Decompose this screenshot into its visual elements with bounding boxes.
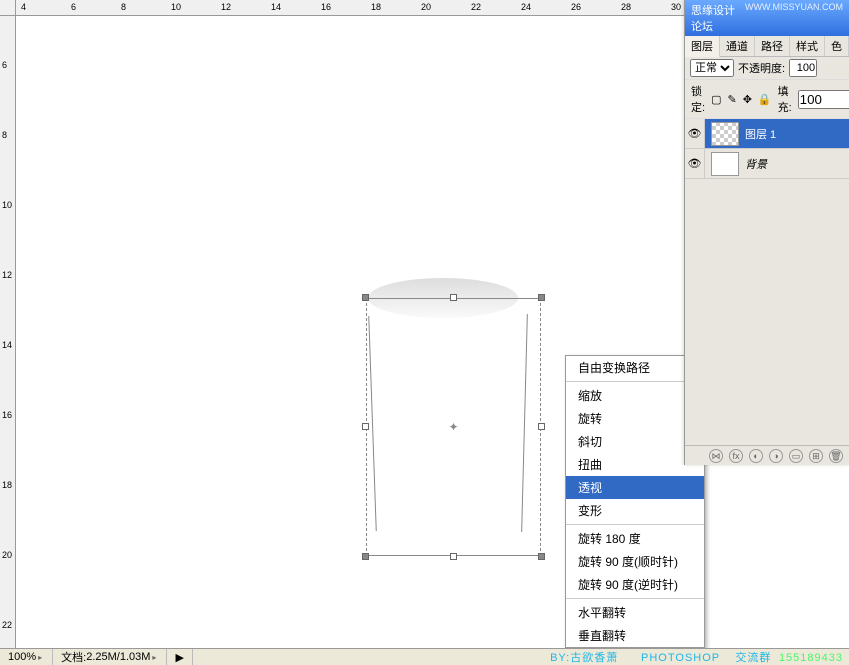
blend-opacity-row: 正常 不透明度: — [685, 57, 849, 80]
menu-rotate-90-cw[interactable]: 旋转 90 度(顺时针) — [566, 550, 704, 573]
link-layers-icon[interactable]: ⋈ — [709, 449, 723, 463]
lock-position-icon[interactable]: ✥ — [743, 93, 752, 106]
doc-size[interactable]: 文档:2.25M/1.03M ▸ — [53, 649, 167, 665]
layers-panel: 思缘设计论坛 WWW.MISSYUAN.COM 图层 通道 路径 样式 色 正常… — [684, 0, 849, 465]
lock-transparency-icon[interactable]: ▢ — [711, 93, 721, 106]
fill-label: 填充: — [778, 83, 792, 115]
tab-styles[interactable]: 样式 — [790, 36, 825, 56]
lock-fill-row: 锁定: ▢ ✎ ✥ 🔒 填充: — [685, 80, 849, 119]
opacity-input[interactable] — [789, 59, 817, 77]
panel-bottom-bar: ⋈ fx ◐ ◑ ▭ ⊞ 🗑 — [685, 445, 849, 465]
lock-all-icon[interactable]: 🔒 — [758, 93, 772, 106]
layer-name[interactable]: 背景 — [745, 156, 849, 172]
visibility-toggle[interactable]: 👁 — [685, 119, 705, 148]
transform-handle-tm[interactable] — [450, 294, 457, 301]
menu-perspective[interactable]: 透视 — [566, 476, 704, 499]
transform-bounding-box[interactable]: ✦ — [366, 298, 541, 556]
trash-icon[interactable]: 🗑 — [829, 449, 843, 463]
zoom-level[interactable]: 100%▸ — [0, 649, 53, 665]
opacity-label: 不透明度: — [738, 60, 785, 76]
menu-separator — [566, 524, 704, 525]
tab-paths[interactable]: 路径 — [755, 36, 790, 56]
layer-name[interactable]: 图层 1 — [745, 126, 849, 142]
visibility-toggle[interactable]: 👁 — [685, 149, 705, 178]
transform-center-icon[interactable]: ✦ — [448, 421, 460, 433]
status-play-icon[interactable]: ▶ — [167, 649, 192, 665]
menu-rotate-90-ccw[interactable]: 旋转 90 度(逆时针) — [566, 573, 704, 596]
status-bar: 100%▸ 文档:2.25M/1.03M ▸ ▶ BY:古欲香萧 PHOTOSH… — [0, 648, 849, 665]
menu-separator — [566, 598, 704, 599]
transform-handle-tr[interactable] — [538, 294, 545, 301]
fill-input[interactable] — [798, 90, 849, 109]
layer-row-1[interactable]: 👁 图层 1 — [685, 119, 849, 149]
ruler-corner — [0, 0, 16, 16]
mask-icon[interactable]: ◐ — [749, 449, 763, 463]
ruler-vertical: 6 8 10 12 14 16 18 20 22 — [0, 16, 16, 648]
menu-rotate-180[interactable]: 旋转 180 度 — [566, 527, 704, 550]
adjustment-icon[interactable]: ◑ — [769, 449, 783, 463]
transform-handle-bl[interactable] — [362, 553, 369, 560]
layer-thumbnail[interactable] — [711, 122, 739, 146]
blend-mode-select[interactable]: 正常 — [690, 59, 734, 77]
tab-colors[interactable]: 色 — [825, 36, 849, 56]
transform-handle-mr[interactable] — [538, 423, 545, 430]
group-icon[interactable]: ▭ — [789, 449, 803, 463]
lock-paint-icon[interactable]: ✎ — [727, 93, 736, 106]
menu-flip-horizontal[interactable]: 水平翻转 — [566, 601, 704, 624]
new-layer-icon[interactable]: ⊞ — [809, 449, 823, 463]
transform-handle-ml[interactable] — [362, 423, 369, 430]
transform-handle-br[interactable] — [538, 553, 545, 560]
transform-handle-tl[interactable] — [362, 294, 369, 301]
menu-warp[interactable]: 变形 — [566, 499, 704, 522]
tab-channels[interactable]: 通道 — [720, 36, 755, 56]
panel-title-text: 思缘设计论坛 — [691, 2, 745, 34]
fx-icon[interactable]: fx — [729, 449, 743, 463]
panel-tabs: 图层 通道 路径 样式 色 — [685, 36, 849, 57]
layer-thumbnail[interactable] — [711, 152, 739, 176]
menu-flip-vertical[interactable]: 垂直翻转 — [566, 624, 704, 647]
lock-label: 锁定: — [691, 83, 705, 115]
credit-text: BY:古欲香萧 PHOTOSHOP 交流群 155189433 — [544, 649, 849, 665]
tab-layers[interactable]: 图层 — [685, 36, 720, 57]
layer-row-background[interactable]: 👁 背景 — [685, 149, 849, 179]
transform-handle-bm[interactable] — [450, 553, 457, 560]
panel-site-text: WWW.MISSYUAN.COM — [745, 2, 843, 34]
panel-title-bar[interactable]: 思缘设计论坛 WWW.MISSYUAN.COM — [685, 0, 849, 36]
